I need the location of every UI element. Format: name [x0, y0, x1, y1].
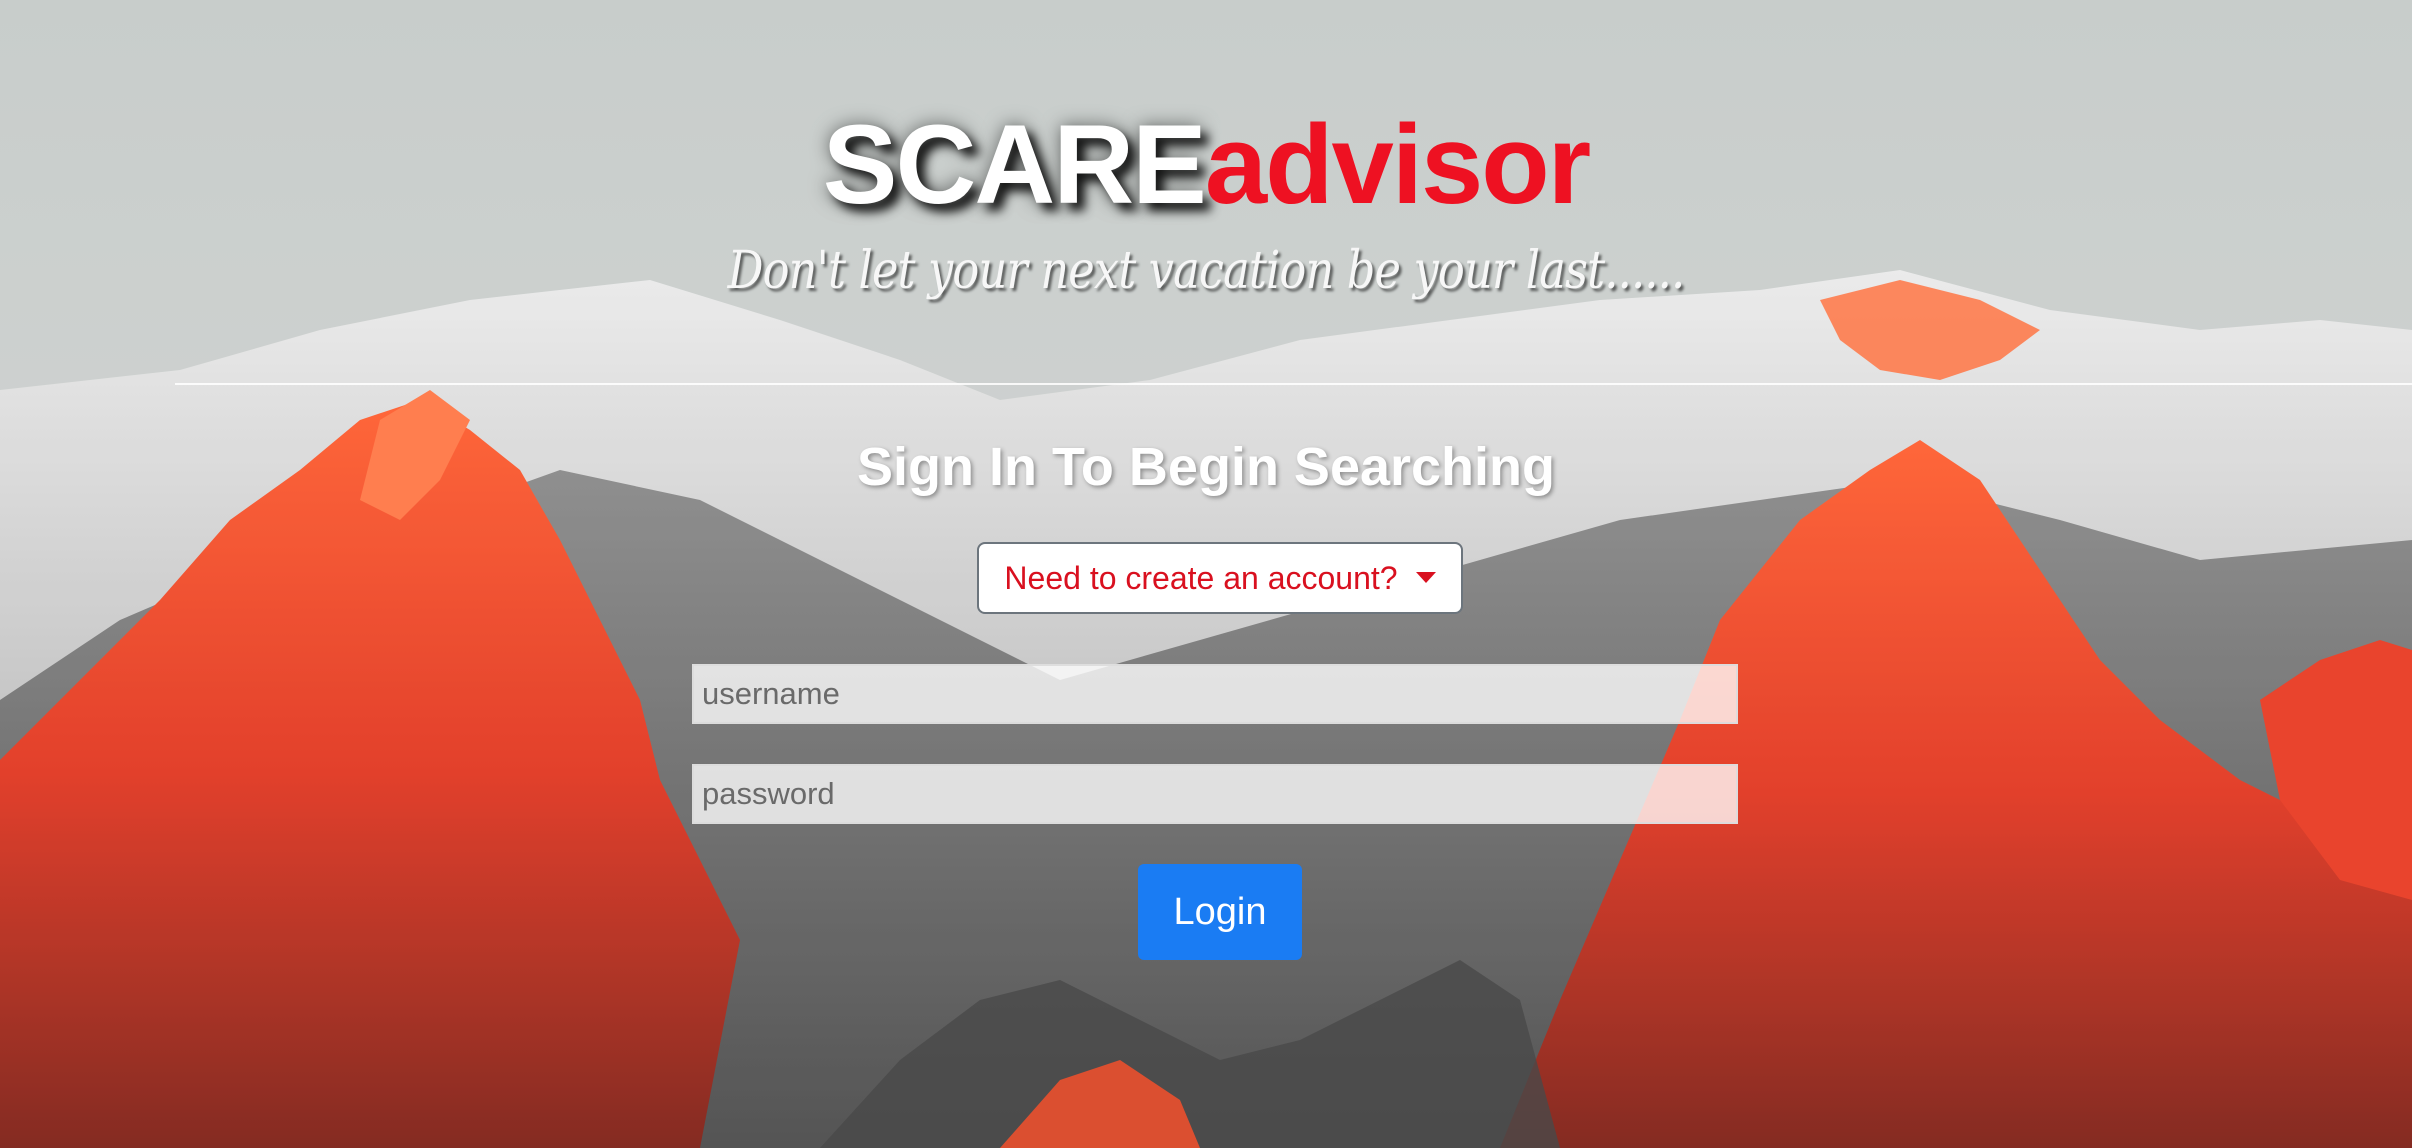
- login-button[interactable]: Login: [1138, 864, 1302, 960]
- caret-down-icon: [1415, 572, 1436, 584]
- brand-advisor-text: advisor: [1204, 102, 1591, 227]
- create-account-label: Need to create an account?: [1004, 560, 1398, 596]
- header-divider: [175, 383, 2412, 385]
- tagline: Don't let your next vacation be your las…: [727, 241, 1686, 301]
- username-input[interactable]: [692, 664, 1738, 724]
- password-input[interactable]: [692, 764, 1738, 824]
- signin-title: Sign In To Begin Searching: [856, 437, 1556, 497]
- brand-scare-text: SCARE: [822, 102, 1207, 227]
- create-account-dropdown-button[interactable]: Need to create an account?: [977, 542, 1463, 614]
- brand-logo: SCAREadvisor: [0, 95, 2412, 235]
